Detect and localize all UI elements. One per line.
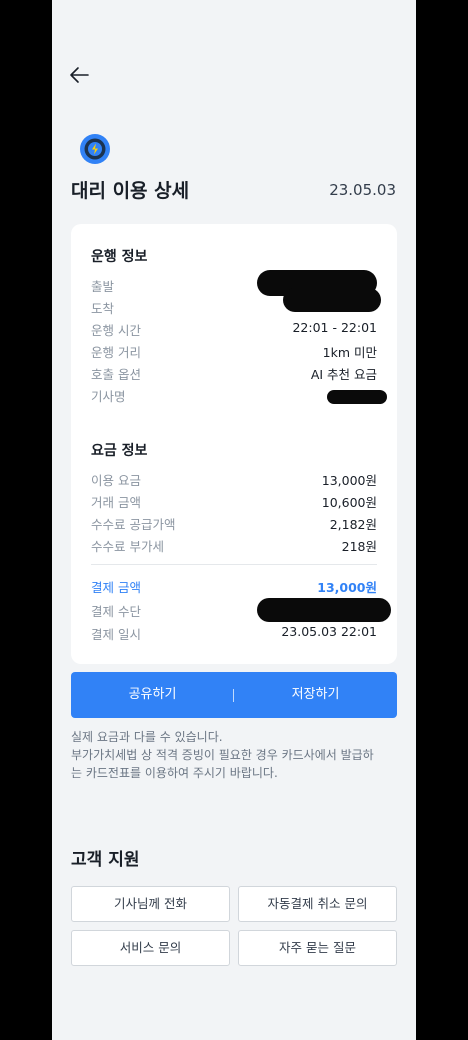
share-button[interactable]: 공유하기 [71,672,234,718]
redaction-mark [327,390,387,404]
page-date: 23.05.03 [329,181,396,199]
fare-row-value: 10,600원 [321,495,377,510]
fare-row: 거래 금액 10,600원 [91,492,377,512]
page-title: 대리 이용 상세 [71,180,190,202]
payment-amount-label: 결제 금액 [91,580,141,595]
payment-amount-row: 결제 금액 13,000원 [91,577,377,597]
drive-row-label: 호출 옵션 [91,367,141,382]
fare-row: 수수료 부가세 218원 [91,536,377,556]
drive-info-title: 운행 정보 [91,249,148,265]
payment-date-label: 결제 일시 [91,627,141,642]
fare-info-title: 요금 정보 [91,443,148,459]
drive-row-label: 운행 시간 [91,323,141,338]
save-button[interactable]: 저장하기 [234,672,397,718]
detail-card: 운행 정보 출발 도착 운행 시간 22:01 - 22:01 운행 거리 1k… [71,224,397,664]
notice-line: 는 카드전표를 이용하여 주시기 바랍니다. [71,766,278,780]
payment-date-value: 23.05.03 22:01 [281,624,377,639]
drive-row-label: 기사명 [91,389,126,404]
drive-row-label: 출발 [91,279,115,294]
drive-row-value: AI 추천 요금 [310,367,377,382]
fare-row-label: 수수료 부가세 [91,539,164,554]
support-title: 고객 지원 [71,850,140,870]
arrow-left-icon[interactable] [68,64,90,86]
fare-row-label: 이용 요금 [91,473,141,488]
notice-line: 부가가치세법 상 적격 증빙이 필요한 경우 카드사에서 발급하 [71,748,374,762]
faq-button[interactable]: 자주 묻는 질문 [238,930,397,966]
redaction-mark [283,288,381,312]
drive-row-label: 도착 [91,301,115,316]
fare-row-label: 수수료 공급가액 [91,517,176,532]
payment-method-label: 결제 수단 [91,604,141,619]
call-driver-button[interactable]: 기사님께 전화 [71,886,230,922]
screen: 대리 이용 상세 23.05.03 운행 정보 출발 도착 운행 시간 22:0… [52,0,416,1040]
fare-row: 이용 요금 13,000원 [91,470,377,490]
fare-row-value: 2,182원 [329,517,377,532]
fare-row: 수수료 공급가액 2,182원 [91,514,377,534]
fare-row-label: 거래 금액 [91,495,141,510]
notice-text: 실제 요금과 다를 수 있습니다. 부가가치세법 상 적격 증빙이 필요한 경우… [71,728,397,782]
drive-row-distance: 운행 거리 1km 미만 [91,342,377,362]
divider [91,564,377,565]
service-inquiry-button[interactable]: 서비스 문의 [71,930,230,966]
drive-row-label: 운행 거리 [91,345,141,360]
drive-row-time: 운행 시간 22:01 - 22:01 [91,320,377,340]
payment-date-row: 결제 일시 23.05.03 22:01 [91,624,377,644]
notice-line: 실제 요금과 다를 수 있습니다. [71,730,223,744]
action-bar: 공유하기 저장하기 [71,672,397,718]
payment-amount-value: 13,000원 [317,580,377,595]
autopay-cancel-inquiry-button[interactable]: 자동결제 취소 문의 [238,886,397,922]
drive-row-value: 1km 미만 [322,345,377,360]
fare-row-value: 218원 [341,539,377,554]
drive-row-option: 호출 옵션 AI 추천 요금 [91,364,377,384]
steering-wheel-icon [80,134,110,164]
drive-row-value: 22:01 - 22:01 [292,320,377,335]
redaction-mark [257,598,391,622]
fare-row-value: 13,000원 [321,473,377,488]
